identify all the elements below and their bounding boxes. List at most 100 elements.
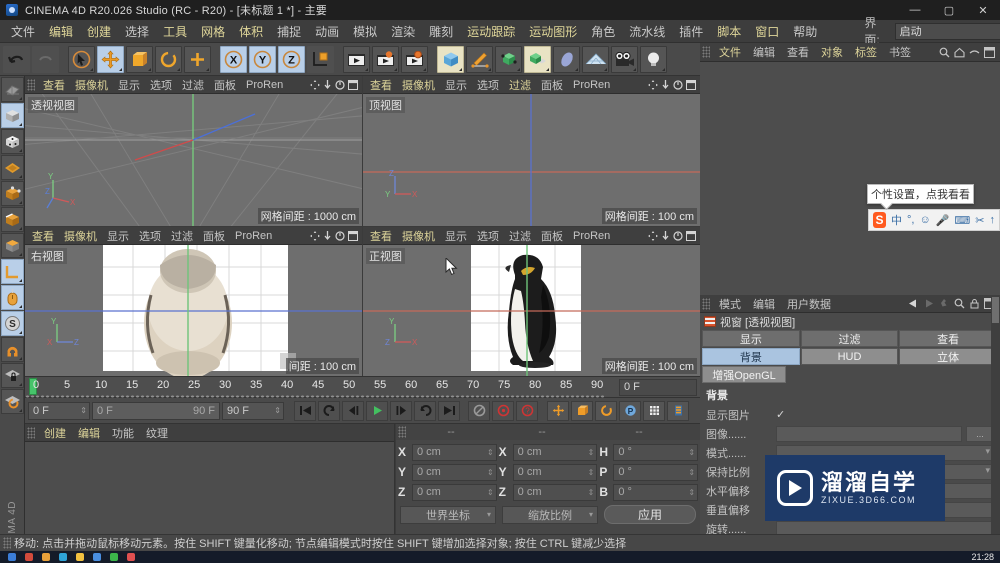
spinner-icon[interactable]: ⇕ bbox=[588, 448, 595, 457]
dolly-icon[interactable] bbox=[323, 79, 332, 90]
scale-mode-combo[interactable]: 缩放比例 ▾ bbox=[502, 505, 598, 524]
viewport-perspective-canvas[interactable]: Y X Z 透视视图 网格间距 : 1000 cm bbox=[25, 94, 362, 226]
coord-rotation-p-field[interactable]: 0 ° ⇕ bbox=[613, 463, 699, 481]
vp-menu-view[interactable]: 查看 bbox=[27, 228, 59, 244]
timeline-toggle-button[interactable] bbox=[667, 400, 689, 421]
mat-menu-create[interactable]: 创建 bbox=[38, 425, 72, 441]
menu-网格[interactable]: 网格 bbox=[194, 21, 232, 42]
layout-icon[interactable] bbox=[984, 46, 995, 58]
viewport-right-canvas[interactable]: Y Z X 右视图 间距 : 100 cm bbox=[25, 245, 362, 376]
obj-menu-file[interactable]: 文件 bbox=[713, 44, 747, 60]
ime-keyboard-icon[interactable]: ⌨ bbox=[954, 214, 970, 227]
spinner-icon[interactable]: ⇕ bbox=[274, 406, 281, 415]
panel-grip-icon[interactable] bbox=[27, 78, 35, 91]
panel-grip-icon[interactable] bbox=[702, 297, 710, 310]
vp-menu-options[interactable]: 选项 bbox=[472, 228, 504, 244]
menu-文件[interactable]: 文件 bbox=[4, 21, 42, 42]
live-selection-tool-button[interactable] bbox=[68, 45, 95, 73]
menu-流水线[interactable]: 流水线 bbox=[622, 21, 672, 42]
rotate-view-icon[interactable] bbox=[673, 79, 683, 90]
viewport-right[interactable]: 查看 摄像机 显示 选项 过滤 面板 ProRen Y Z X 右视图 间距:… bbox=[25, 227, 362, 376]
menu-帮助[interactable]: 帮助 bbox=[786, 21, 824, 42]
rotate-view-icon[interactable] bbox=[335, 230, 345, 241]
viewport-top-canvas[interactable]: Z X Y 顶视图 网格间距 : 100 cm bbox=[363, 94, 700, 226]
rotation-key-button[interactable] bbox=[595, 400, 617, 421]
spinner-icon[interactable]: ⇕ bbox=[688, 488, 695, 497]
keyframe-selection-button[interactable]: ? bbox=[516, 400, 538, 421]
obj-menu-edit[interactable]: 编辑 bbox=[747, 44, 781, 60]
taskbar-app-icon[interactable] bbox=[110, 553, 118, 561]
pan-icon[interactable] bbox=[648, 79, 658, 90]
panel-grip-icon[interactable] bbox=[27, 426, 35, 439]
image-path-field[interactable] bbox=[776, 425, 962, 442]
maximize-view-icon[interactable] bbox=[686, 230, 696, 241]
pan-icon[interactable] bbox=[648, 230, 658, 241]
render-view-button[interactable] bbox=[343, 45, 370, 73]
spinner-icon[interactable]: ⇕ bbox=[80, 406, 87, 415]
sogou-logo-icon[interactable]: S bbox=[873, 212, 886, 228]
viewport-front[interactable]: 查看 摄像机 显示 选项 过滤 面板 ProRen Y X Z 正视图 网格间距… bbox=[363, 227, 700, 376]
pin-icon[interactable] bbox=[939, 298, 950, 309]
menu-动画[interactable]: 动画 bbox=[308, 21, 346, 42]
maximize-view-icon[interactable] bbox=[348, 79, 358, 90]
coordinate-system-combo[interactable]: 世界坐标 ▾ bbox=[400, 505, 496, 524]
panel-grip-icon[interactable] bbox=[3, 537, 11, 549]
pan-icon[interactable] bbox=[310, 79, 320, 90]
lock-icon[interactable] bbox=[969, 298, 980, 309]
vp-menu-filter[interactable]: 过滤 bbox=[504, 77, 536, 93]
axis-mode-icon[interactable] bbox=[0, 259, 24, 284]
menu-模拟[interactable]: 模拟 bbox=[346, 21, 384, 42]
forward-arrow-icon[interactable] bbox=[923, 298, 935, 309]
taskbar-app-icon[interactable] bbox=[93, 553, 101, 561]
menu-捕捉[interactable]: 捕捉 bbox=[270, 21, 308, 42]
menu-选择[interactable]: 选择 bbox=[118, 21, 156, 42]
menu-编辑[interactable]: 编辑 bbox=[42, 21, 80, 42]
parameter-key-button[interactable]: P bbox=[619, 400, 641, 421]
render-settings-button[interactable] bbox=[401, 45, 428, 73]
ime-tooltip[interactable]: 个性设置，点我看看 bbox=[867, 184, 974, 204]
vp-menu-camera[interactable]: 摄像机 bbox=[397, 228, 440, 244]
obj-menu-bookmark[interactable]: 书签 bbox=[883, 44, 917, 60]
vp-menu-filter[interactable]: 过滤 bbox=[166, 228, 198, 244]
vp-menu-prorender[interactable]: ProRen bbox=[568, 230, 615, 242]
ime-tools-icon[interactable]: ✂ bbox=[975, 214, 984, 227]
vp-menu-options[interactable]: 选项 bbox=[134, 228, 166, 244]
maximize-view-icon[interactable] bbox=[686, 79, 696, 90]
dolly-icon[interactable] bbox=[323, 230, 332, 241]
edge-mode-icon[interactable] bbox=[0, 207, 24, 232]
vp-menu-panel[interactable]: 面板 bbox=[209, 77, 241, 93]
camera-button[interactable] bbox=[611, 45, 638, 73]
coord-size-x-field[interactable]: 0 cm ⇕ bbox=[512, 443, 598, 461]
magnet-icon[interactable] bbox=[0, 337, 24, 362]
make-editable-icon[interactable] bbox=[0, 77, 24, 102]
model-mode-icon[interactable] bbox=[0, 103, 24, 128]
rotate-view-icon[interactable] bbox=[673, 230, 683, 241]
attr-menu-mode[interactable]: 模式 bbox=[713, 296, 747, 312]
spinner-icon[interactable]: ⇕ bbox=[688, 468, 695, 477]
ime-chinese-mode[interactable]: 中 bbox=[891, 212, 902, 228]
play-button[interactable] bbox=[366, 400, 388, 421]
menu-雕刻[interactable]: 雕刻 bbox=[422, 21, 460, 42]
vp-menu-display[interactable]: 显示 bbox=[440, 77, 472, 93]
search-icon[interactable] bbox=[939, 47, 950, 58]
viewport-perspective[interactable]: 查看 摄像机 显示 选项 过滤 面板 ProRen Y X Z 透视视图 网格间… bbox=[25, 76, 362, 226]
material-manager-list[interactable] bbox=[25, 442, 394, 534]
mat-menu-texture[interactable]: 纹理 bbox=[140, 425, 174, 441]
rotate-view-icon[interactable] bbox=[335, 79, 345, 90]
vp-menu-camera[interactable]: 摄像机 bbox=[70, 77, 113, 93]
image-browse-button[interactable]: ... bbox=[966, 425, 994, 442]
current-frame-field[interactable]: 0 F ⇕ bbox=[28, 401, 90, 420]
polygon-mode-icon[interactable] bbox=[0, 155, 24, 180]
coord-size-y-field[interactable]: 0 cm ⇕ bbox=[512, 463, 598, 481]
workplane-lock-icon[interactable] bbox=[0, 363, 24, 388]
minimize-icon[interactable] bbox=[969, 47, 980, 58]
ime-emoji-icon[interactable]: ☺ bbox=[919, 214, 930, 226]
panel-grip-icon[interactable] bbox=[702, 46, 710, 58]
move-tool-button[interactable] bbox=[97, 45, 124, 73]
menu-运动图形[interactable]: 运动图形 bbox=[522, 21, 584, 42]
coord-position-z-field[interactable]: 0 cm ⇕ bbox=[412, 483, 497, 501]
maximize-view-icon[interactable] bbox=[348, 230, 358, 241]
spinner-icon[interactable]: ⇕ bbox=[487, 468, 494, 477]
scale-tool-button[interactable] bbox=[126, 45, 153, 73]
vp-menu-prorender[interactable]: ProRen bbox=[230, 230, 277, 242]
